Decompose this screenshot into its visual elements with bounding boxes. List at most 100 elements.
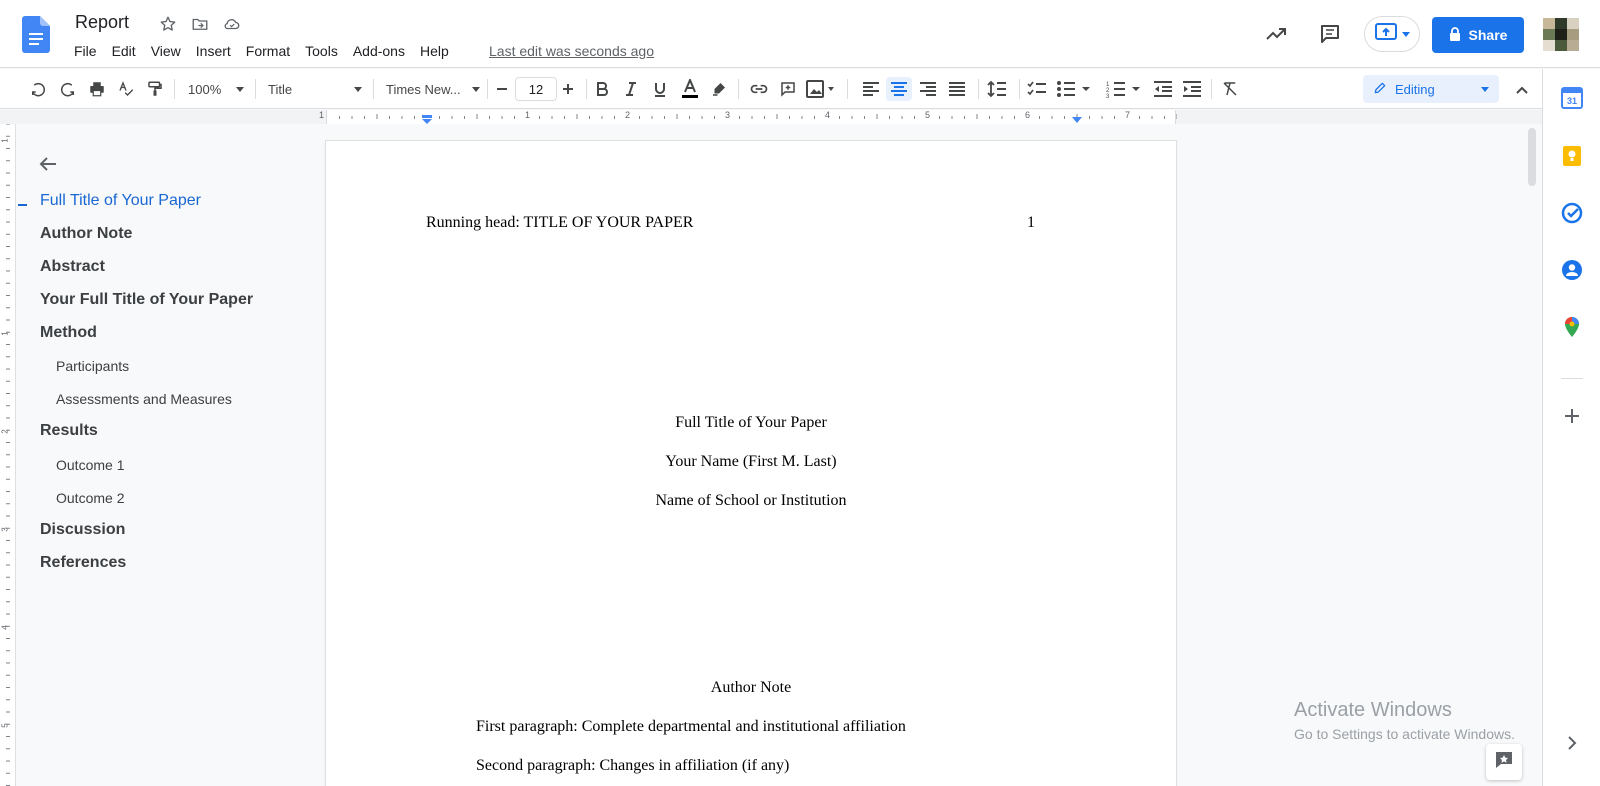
decrease-font-size-icon[interactable]	[492, 77, 512, 101]
last-edit-link[interactable]: Last edit was seconds ago	[489, 43, 654, 59]
present-button[interactable]	[1364, 16, 1420, 52]
bulleted-list-icon[interactable]	[1054, 77, 1094, 101]
paragraph-style-select[interactable]: Title	[268, 77, 362, 101]
pencil-icon	[1373, 81, 1387, 98]
outline-item[interactable]: Outcome 2	[56, 490, 124, 506]
outline-item[interactable]: Method	[40, 324, 97, 342]
align-left-icon[interactable]	[858, 77, 884, 101]
text-color-icon[interactable]	[678, 77, 702, 101]
italic-icon[interactable]	[619, 77, 643, 101]
outline-item[interactable]: Results	[40, 422, 98, 440]
toolbar: 100% Title Times New... 12 1 2 3	[0, 69, 1542, 109]
paragraph: Second paragraph: Changes in affiliation…	[476, 757, 790, 774]
watermark-title: Activate Windows	[1294, 699, 1452, 721]
decrease-indent-icon[interactable]	[1150, 77, 1176, 101]
cloud-saved-icon[interactable]	[222, 14, 242, 34]
move-to-folder-icon[interactable]	[190, 14, 210, 34]
insert-link-icon[interactable]	[747, 77, 771, 101]
outline-item[interactable]: References	[40, 554, 126, 572]
outline-item[interactable]: Discussion	[40, 521, 125, 539]
share-button[interactable]: Share	[1432, 17, 1524, 53]
svg-text:3: 3	[1106, 94, 1110, 98]
docs-logo-icon[interactable]	[22, 16, 50, 53]
comment-history-icon[interactable]	[1318, 22, 1342, 51]
paragraph: First paragraph: Complete departmental a…	[476, 718, 906, 735]
menu-format[interactable]: Format	[240, 43, 296, 59]
chevron-down-icon	[472, 86, 480, 92]
underline-icon[interactable]	[648, 77, 672, 101]
page-number: 1	[1027, 214, 1035, 231]
right-indent-marker-icon[interactable]	[1071, 113, 1083, 131]
document-title[interactable]: Report	[75, 12, 129, 33]
paper-title: Full Title of Your Paper	[675, 414, 827, 431]
keep-icon[interactable]	[1561, 145, 1583, 167]
increase-indent-icon[interactable]	[1179, 77, 1205, 101]
outline-item[interactable]: Your Full Title of Your Paper	[40, 291, 253, 309]
calendar-icon[interactable]: 31	[1561, 87, 1583, 109]
contacts-icon[interactable]	[1561, 259, 1583, 281]
outline-item[interactable]: Full Title of Your Paper	[40, 192, 201, 210]
redo-icon[interactable]	[56, 77, 80, 101]
outline-item[interactable]: Outcome 1	[56, 457, 124, 473]
menu-tools[interactable]: Tools	[299, 43, 344, 59]
undo-icon[interactable]	[26, 77, 50, 101]
clear-formatting-icon[interactable]	[1217, 77, 1243, 101]
paint-format-icon[interactable]	[143, 77, 167, 101]
align-center-icon[interactable]	[886, 77, 912, 101]
font-value: Times New...	[386, 81, 461, 97]
outline-item[interactable]: Participants	[56, 358, 129, 374]
editing-mode-select[interactable]: Editing	[1363, 75, 1499, 103]
checklist-icon[interactable]	[1024, 77, 1050, 101]
font-size-input[interactable]: 12	[514, 77, 558, 101]
ruler-label: 1	[525, 110, 531, 120]
menu-bar: File Edit View Insert Format Tools Add-o…	[74, 43, 458, 59]
outline-item[interactable]: Assessments and Measures	[56, 391, 232, 407]
zoom-select[interactable]: 100%	[188, 77, 244, 101]
outline-item[interactable]: Author Note	[40, 225, 132, 243]
insert-image-icon[interactable]	[804, 77, 838, 101]
back-arrow-icon[interactable]	[36, 152, 60, 176]
tasks-icon[interactable]	[1561, 202, 1583, 224]
maps-icon[interactable]	[1561, 316, 1583, 338]
author-name: Your Name (First M. Last)	[665, 453, 837, 470]
numbered-list-icon[interactable]: 123	[1104, 77, 1144, 101]
print-icon[interactable]	[85, 77, 109, 101]
align-justify-icon[interactable]	[944, 77, 970, 101]
header: Report File Edit View Insert Format Tool…	[0, 0, 1600, 68]
add-addon-icon[interactable]	[1561, 405, 1583, 427]
vertical-ruler[interactable]: 1 1 2 3 4 5	[0, 124, 16, 786]
ruler-label: 2	[625, 110, 631, 120]
increase-font-size-icon[interactable]	[558, 77, 578, 101]
activity-dashboard-icon[interactable]	[1264, 22, 1288, 51]
horizontal-ruler[interactable]: 1 1 2 3 4 5 6 7	[0, 110, 1542, 124]
font-family-select[interactable]: Times New...	[386, 77, 480, 101]
left-indent-marker-icon[interactable]	[421, 112, 433, 130]
hide-menus-chevron-up-icon[interactable]	[1512, 80, 1532, 100]
scrollbar-thumb[interactable]	[1528, 128, 1536, 186]
align-right-icon[interactable]	[915, 77, 941, 101]
add-comment-icon[interactable]	[776, 77, 800, 101]
share-label: Share	[1468, 27, 1508, 43]
chevron-down-icon	[1481, 86, 1489, 92]
spellcheck-icon[interactable]	[114, 77, 138, 101]
avatar[interactable]	[1543, 18, 1579, 51]
explore-button[interactable]	[1486, 744, 1522, 780]
menu-file[interactable]: File	[74, 43, 103, 59]
active-heading-marker	[18, 204, 27, 206]
menu-edit[interactable]: Edit	[106, 43, 142, 59]
menu-addons[interactable]: Add-ons	[347, 43, 411, 59]
menu-insert[interactable]: Insert	[190, 43, 237, 59]
line-spacing-icon[interactable]	[984, 77, 1010, 101]
bold-icon[interactable]	[590, 77, 614, 101]
menu-view[interactable]: View	[145, 43, 187, 59]
divider	[1561, 378, 1583, 379]
document-page[interactable]: Running head: TITLE OF YOUR PAPER 1 Full…	[326, 141, 1176, 786]
chevron-right-icon[interactable]	[1561, 732, 1583, 754]
windows-activation-watermark: Activate Windows Go to Settings to activ…	[1294, 699, 1515, 742]
star-icon[interactable]	[158, 14, 178, 34]
outline-item[interactable]: Abstract	[40, 258, 105, 276]
ruler-label: 5	[925, 110, 931, 120]
highlight-color-icon[interactable]	[707, 77, 731, 101]
menu-help[interactable]: Help	[414, 43, 455, 59]
ruler-label: 7	[1125, 110, 1131, 120]
